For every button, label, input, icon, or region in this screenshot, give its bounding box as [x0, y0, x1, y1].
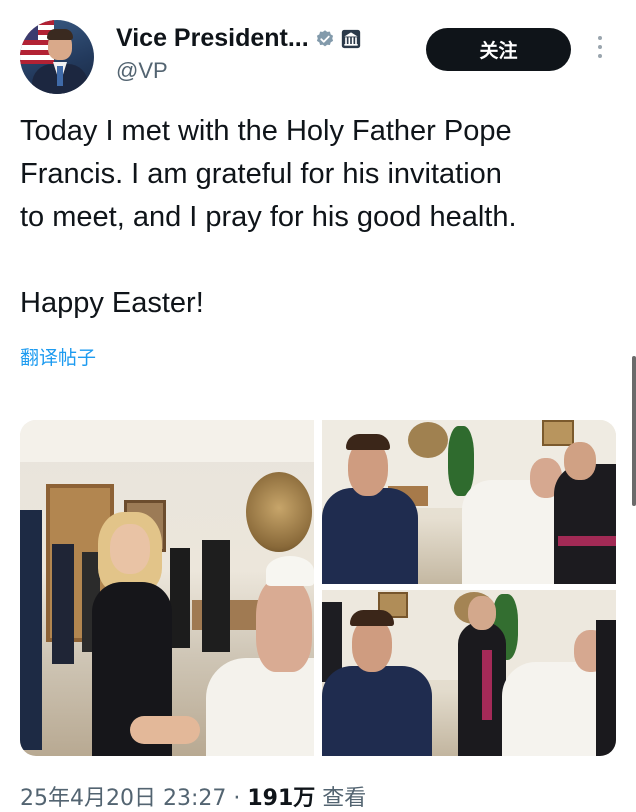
pope-robe [206, 658, 314, 756]
round-painting [246, 472, 312, 552]
vp-face [352, 618, 392, 672]
avatar-tie [57, 66, 63, 86]
author-display-name[interactable]: Vice President... [116, 24, 309, 53]
person-right-edge [596, 620, 616, 756]
photo-1[interactable] [20, 420, 314, 756]
author-handle[interactable]: @VP [116, 58, 168, 84]
bishop-face [468, 596, 496, 630]
media-grid [20, 420, 616, 756]
translate-post-link[interactable]: 翻译帖子 [20, 343, 96, 370]
bishop-sash [482, 650, 492, 720]
verified-badge-icon [316, 29, 333, 46]
person-background [202, 540, 230, 652]
flag-canton [20, 20, 38, 40]
person-left-edge [20, 510, 42, 750]
wall-painting [542, 420, 574, 446]
post-datetime: 25年4月20日 23:27 · [20, 786, 248, 811]
government-building-icon [341, 29, 360, 48]
woman-face [110, 524, 150, 574]
tweet-closing-line: Happy Easter! [20, 287, 204, 319]
ceiling [20, 420, 314, 462]
scrollbar[interactable] [632, 356, 636, 506]
views-label: 查看 [315, 786, 367, 811]
round-painting [408, 422, 448, 458]
plant [448, 426, 474, 496]
handshake [130, 716, 200, 744]
author-avatar[interactable] [20, 20, 94, 94]
person-background [170, 548, 190, 648]
vp-hair [350, 610, 394, 626]
more-options-icon[interactable] [592, 36, 608, 64]
avatar-hair [47, 29, 73, 40]
tweet-text-line: to meet, and I pray for his good health. [20, 201, 517, 233]
tweet-text-line: Francis. I am grateful for his invitatio… [20, 158, 502, 190]
photo-2[interactable] [322, 420, 616, 584]
tweet-text: Today I met with the Holy Father Pope Fr… [20, 110, 620, 325]
post-timestamp: 25年4月20日 23:27 · 191万 查看 [20, 780, 366, 812]
vp-suit [322, 666, 432, 756]
follow-button[interactable]: 关注 [426, 28, 571, 71]
vp-hair [346, 434, 390, 450]
priest-face [564, 442, 596, 480]
tweet-text-line: Today I met with the Holy Father Pope [20, 115, 512, 147]
views-count: 191万 [247, 786, 316, 811]
pope-face [256, 578, 312, 672]
pope-zucchetto [266, 556, 314, 586]
photo-3[interactable] [322, 590, 616, 756]
author-name-row[interactable]: Vice President... [116, 24, 361, 53]
priest-sash [558, 536, 616, 546]
person-background [52, 544, 74, 664]
vp-suit [322, 488, 418, 584]
priest-cassock [554, 464, 616, 584]
